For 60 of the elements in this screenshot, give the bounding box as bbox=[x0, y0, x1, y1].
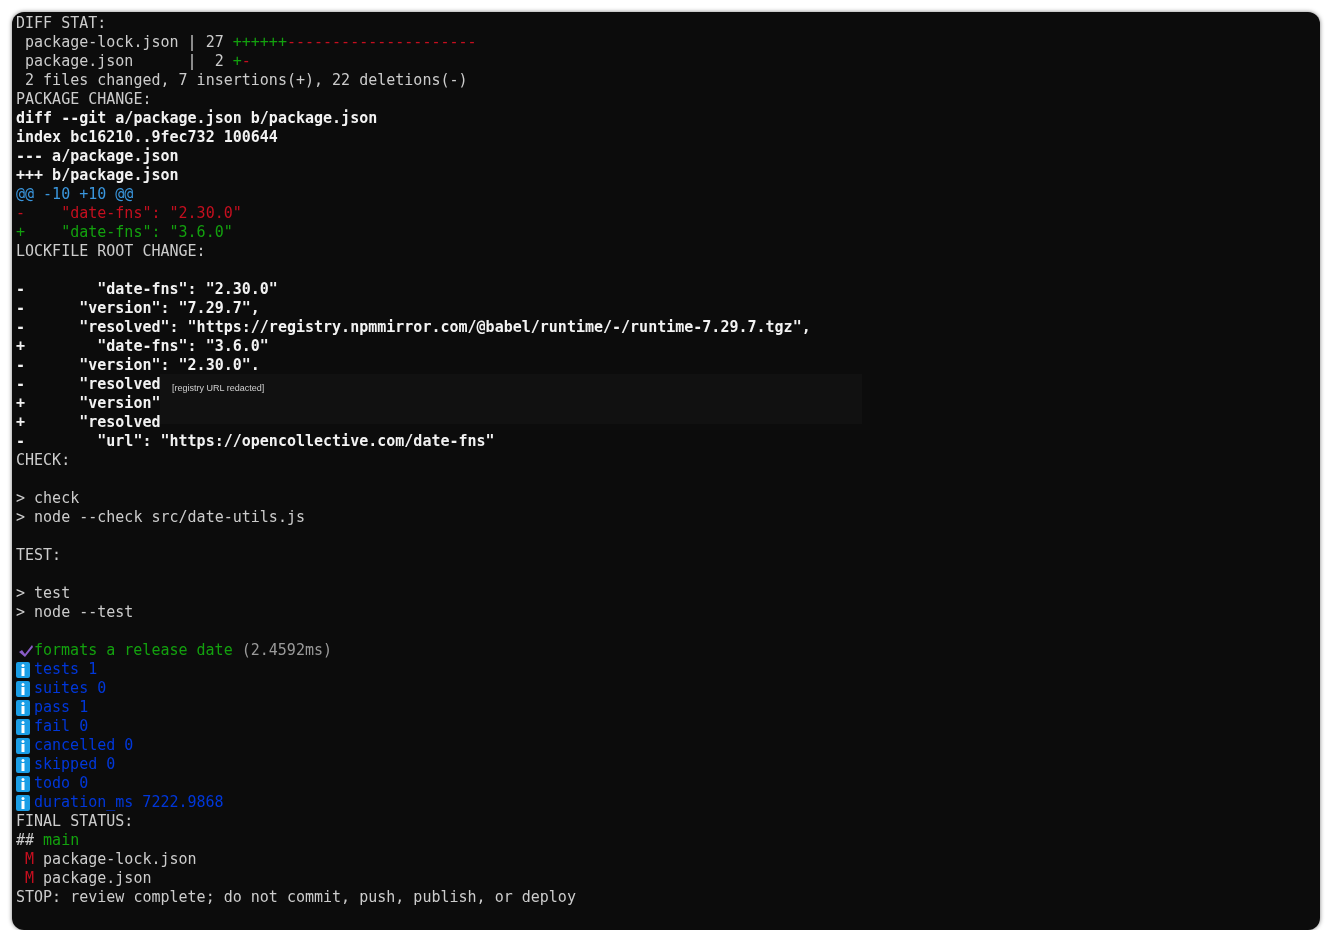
terminal-text: pass 1 bbox=[34, 698, 89, 717]
terminal-text: ## bbox=[16, 831, 36, 850]
terminal-text: --- a/package.json bbox=[16, 147, 179, 166]
terminal-text: ++++++ bbox=[232, 33, 287, 52]
terminal-text: PACKAGE CHANGE: bbox=[16, 90, 152, 109]
terminal-text: fail 0 bbox=[34, 717, 89, 736]
terminal-text: package-lock.json bbox=[42, 850, 197, 869]
terminal-text: CHECK: bbox=[16, 451, 71, 470]
terminal-text: + bbox=[232, 52, 242, 71]
info-icon bbox=[16, 680, 30, 697]
terminal-text: 2 files changed, 7 insertions(+), 22 deletions(-) bbox=[24, 71, 468, 90]
terminal-text: - "version": "2.30.0". bbox=[16, 356, 260, 375]
terminal-text: > check bbox=[16, 489, 80, 508]
terminal-text: > test bbox=[16, 584, 71, 603]
terminal-text: @@ -10 +10 @@ bbox=[16, 185, 134, 204]
terminal-text: duration_ms 7222.9868 bbox=[34, 793, 224, 812]
terminal-text: + "resolved bbox=[16, 413, 161, 432]
terminal-text: package.json | 2 bbox=[24, 52, 225, 71]
terminal-text: + "version" bbox=[16, 394, 161, 413]
info-icon bbox=[16, 737, 30, 754]
terminal-text: (2.4592ms) bbox=[240, 641, 333, 660]
terminal-text: todo 0 bbox=[34, 774, 89, 793]
info-icon bbox=[16, 794, 30, 811]
terminal-text: - "resolved": "https://registry.npmmirror.com/@babel/runtime/-/runtime-7.29.7.tgz", bbox=[16, 318, 811, 337]
terminal-text: suites 0 bbox=[34, 679, 107, 698]
info-icon bbox=[16, 718, 30, 735]
terminal-text: + "date-fns": "3.6.0" bbox=[16, 337, 269, 356]
terminal-text: FINAL STATUS: bbox=[16, 812, 134, 831]
terminal-text: STOP: review complete; do not commit, push, publish, or deploy bbox=[16, 888, 576, 907]
terminal-text: - "resolved bbox=[16, 375, 161, 394]
terminal-text: M bbox=[24, 850, 35, 869]
terminal-text: - bbox=[241, 52, 251, 71]
terminal-text: +++ b/package.json bbox=[16, 166, 179, 185]
terminal-text: - "date-fns": "2.30.0" bbox=[16, 204, 242, 223]
info-icon bbox=[16, 699, 30, 716]
terminal-text: package.json bbox=[42, 869, 152, 888]
checkmark-icon bbox=[18, 643, 34, 658]
terminal-text: --------------------- bbox=[286, 33, 477, 52]
terminal-text: skipped 0 bbox=[34, 755, 116, 774]
terminal-text: TEST: bbox=[16, 546, 62, 565]
terminal-text: package-lock.json | 27 bbox=[24, 33, 225, 52]
terminal-text: > node --check src/date-utils.js bbox=[16, 508, 305, 527]
terminal-text: formats a release date bbox=[34, 641, 233, 660]
terminal-text: index bc16210..9fec732 100644 bbox=[16, 128, 278, 147]
terminal-text: - "url": "https://opencollective.com/date-fns" bbox=[16, 432, 495, 451]
terminal-text: > node --test bbox=[16, 603, 134, 622]
terminal-text: - "version": "7.29.7", bbox=[16, 299, 260, 318]
terminal-text: + "date-fns": "3.6.0" bbox=[16, 223, 233, 242]
info-icon bbox=[16, 756, 30, 773]
terminal-text: main bbox=[43, 831, 80, 850]
info-icon bbox=[16, 661, 30, 678]
terminal-text: diff --git a/package.json b/package.json bbox=[16, 109, 378, 128]
redaction-label: [registry URL redacted] bbox=[172, 383, 265, 393]
terminal-text: LOCKFILE ROOT CHANGE: bbox=[16, 242, 206, 261]
terminal-text: cancelled 0 bbox=[34, 736, 134, 755]
terminal-text: - "date-fns": "2.30.0" bbox=[16, 280, 278, 299]
terminal-text: M bbox=[24, 869, 35, 888]
terminal-text: tests 1 bbox=[34, 660, 98, 679]
info-icon bbox=[16, 775, 30, 792]
terminal-text: DIFF STAT: bbox=[16, 14, 107, 33]
